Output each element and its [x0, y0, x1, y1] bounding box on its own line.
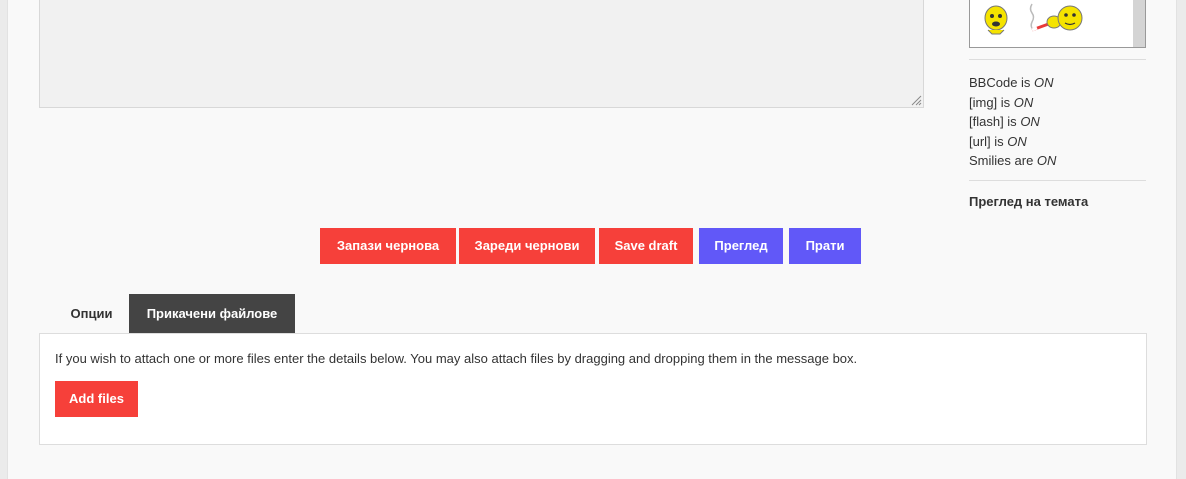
preview-button[interactable]: Преглед — [699, 228, 783, 264]
smilies-box — [969, 0, 1146, 48]
tab-options[interactable]: Опции — [54, 294, 129, 334]
sidebar-divider — [969, 59, 1146, 60]
attachments-panel: If you wish to attach one or more files … — [39, 333, 1147, 445]
resize-handle-icon[interactable] — [910, 94, 922, 106]
sidebar-divider-2 — [969, 179, 1146, 181]
bbcode-status: BBCode is ON — [969, 75, 1054, 90]
message-textarea[interactable] — [39, 0, 924, 108]
smoking-smiley-icon[interactable] — [1028, 2, 1090, 38]
posting-panel: BBCode is ON [img] is ON [flash] is ON [… — [7, 0, 1177, 479]
smilies-scrollbar[interactable] — [1133, 0, 1145, 47]
img-status: [img] is ON — [969, 94, 1034, 110]
add-files-button[interactable]: Add files — [55, 381, 138, 417]
save-draft-button[interactable]: Запази чернова — [320, 228, 456, 264]
tab-attachments[interactable]: Прикачени файлове — [129, 294, 295, 334]
url-status: [url] is ON — [969, 133, 1027, 149]
topic-review-heading[interactable]: Преглед на темата — [969, 194, 1146, 209]
posting-sidebar: BBCode is ON [img] is ON [flash] is ON [… — [969, 0, 1146, 209]
load-drafts-button[interactable]: Зареди чернови — [459, 228, 595, 264]
attachments-info: If you wish to attach one or more files … — [55, 351, 858, 366]
flash-status: [flash] is ON — [969, 114, 1040, 130]
smilies-status: Smilies are ON — [969, 153, 1057, 169]
smiley-icon[interactable] — [982, 4, 1010, 40]
submit-button[interactable]: Прати — [789, 228, 861, 264]
save-draft-en-button[interactable]: Save draft — [599, 228, 693, 264]
bbcode-settings: BBCode is ON [img] is ON [flash] is ON [… — [969, 73, 1146, 171]
